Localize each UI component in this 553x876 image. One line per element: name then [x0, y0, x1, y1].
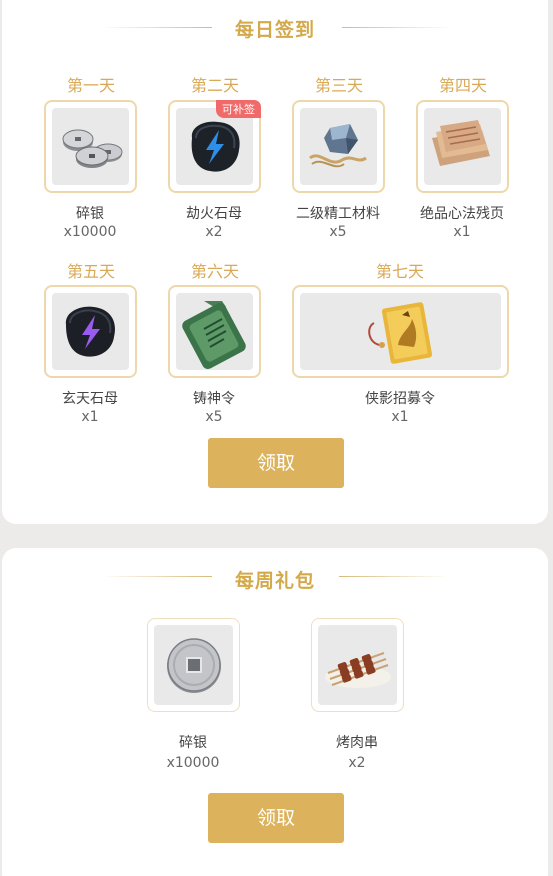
day-4-item-name: 绝品心法残页: [420, 206, 504, 222]
title-divider-right: [339, 576, 449, 577]
weekly-item-1-name: 碎银: [179, 735, 207, 751]
daily-claim-button[interactable]: 领取: [208, 438, 344, 488]
day-6-label: 第六天: [190, 262, 239, 281]
weekly-gift-title: 每周礼包: [234, 570, 315, 592]
day-7-item-qty: x1: [391, 409, 409, 425]
blue-stone-icon: [191, 121, 240, 172]
weekly-reward-slot-2[interactable]: [311, 618, 404, 712]
day-4-reward-slot[interactable]: [416, 100, 509, 193]
day-2-item-name: 劫火石母: [186, 206, 242, 222]
day-2-item-qty: x2: [205, 224, 223, 240]
jade-token-icon: [182, 301, 246, 369]
daily-checkin-card: 每日签到 第一天 第二天 第三天 第四天 可补签 碎银 x10000 劫火石母 …: [2, 0, 548, 524]
scroll-pages-icon: [432, 120, 490, 166]
day-3-label: 第三天: [314, 76, 363, 95]
day-3-item-name: 二级精工材料: [296, 206, 380, 222]
silver-coins-icon: [62, 129, 123, 168]
weekly-claim-button[interactable]: 领取: [208, 793, 344, 843]
title-divider-right: [342, 27, 452, 28]
day-3-item-qty: x5: [329, 224, 347, 240]
weekly-item-2-qty: x2: [348, 755, 366, 771]
day-6-item-qty: x5: [205, 409, 223, 425]
crafting-material-icon: [309, 124, 367, 168]
day-1-label: 第一天: [66, 76, 115, 95]
day-2-reward-slot[interactable]: 可补签: [168, 100, 261, 193]
weekly-item-1-qty: x10000: [166, 755, 220, 771]
day-7-reward-slot[interactable]: [292, 285, 509, 378]
day-5-reward-slot[interactable]: [44, 285, 137, 378]
day-1-reward-slot[interactable]: [44, 100, 137, 193]
day-7-item-name: 侠影招募令: [365, 391, 435, 407]
weekly-item-2-name: 烤肉串: [336, 735, 378, 751]
day-6-reward-slot[interactable]: [168, 285, 261, 378]
day-4-label: 第四天: [438, 76, 487, 95]
recruit-card-icon: [368, 302, 433, 364]
day-7-label: 第七天: [375, 262, 424, 281]
kebab-icon: [325, 652, 391, 688]
day-6-item-name: 铸神令: [193, 391, 235, 407]
day-4-item-qty: x1: [453, 224, 471, 240]
day-5-item-name: 玄天石母: [62, 391, 118, 407]
purple-stone-icon: [65, 306, 116, 357]
day-1-item-name: 碎银: [76, 206, 104, 222]
day-2-label: 第二天: [190, 76, 239, 95]
daily-checkin-title: 每日签到: [234, 19, 315, 41]
weekly-reward-slot-1[interactable]: [147, 618, 240, 712]
day-1-item-qty: x10000: [63, 224, 117, 240]
day-5-item-qty: x1: [81, 409, 99, 425]
makeup-signin-badge: 可补签: [216, 100, 261, 118]
day-3-reward-slot[interactable]: [292, 100, 385, 193]
silver-coin-icon: [167, 638, 221, 693]
weekly-gift-card: 每周礼包 碎银 x10000 烤肉串 x2 领取: [2, 548, 548, 876]
day-5-label: 第五天: [66, 262, 115, 281]
